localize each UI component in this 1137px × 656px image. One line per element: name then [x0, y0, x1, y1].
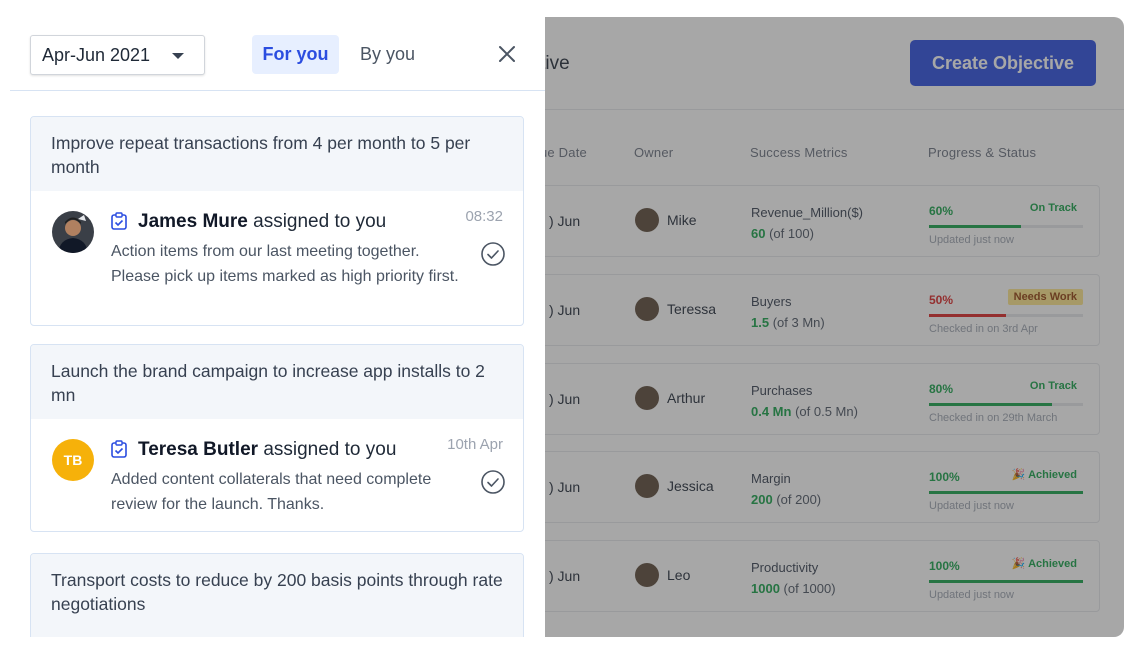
assigner-name[interactable]: Teresa Butler [138, 439, 258, 460]
assignment-action: assigned to you [263, 439, 397, 460]
notification-message: Added content collaterals that need comp… [111, 471, 432, 513]
avatar: TB [52, 439, 94, 481]
tab-for-you[interactable]: For you [252, 35, 339, 74]
close-icon[interactable] [497, 44, 517, 64]
caret-down-icon [172, 53, 184, 59]
notification-body: TB Teresa Butler assigned to you 10th Ap… [31, 419, 523, 531]
panel-divider [10, 90, 545, 91]
clipboard-check-icon [111, 440, 127, 458]
tab-by-you[interactable]: By you [350, 35, 425, 74]
objective-title: Improve repeat transactions from 4 per m… [31, 117, 523, 191]
clipboard-check-icon [111, 212, 127, 230]
assignment-action: assigned to you [253, 211, 387, 232]
objective-title: Launch the brand campaign to increase ap… [31, 345, 523, 419]
panel-header: Apr-Jun 2021 For you By you [0, 17, 545, 90]
timestamp: 08:32 [465, 208, 503, 225]
notifications-panel: Apr-Jun 2021 For you By you Improve repe… [0, 17, 545, 637]
objective-title: Transport costs to reduce by 200 basis p… [31, 554, 523, 637]
notification-body: James Mure assigned to you 08:32 Action … [31, 191, 523, 325]
avatar [52, 211, 94, 253]
quarter-value: Apr-Jun 2021 [42, 44, 151, 65]
notification-card[interactable]: Improve repeat transactions from 4 per m… [30, 116, 524, 326]
mark-read-check-icon[interactable] [480, 469, 506, 495]
assignment-line: Teresa Butler assigned to you [138, 439, 396, 461]
quarter-dropdown[interactable]: Apr-Jun 2021 [30, 35, 205, 75]
mark-read-check-icon[interactable] [480, 241, 506, 267]
assigner-name[interactable]: James Mure [138, 211, 248, 232]
notification-message: Action items from our last meeting toget… [111, 243, 459, 285]
screen: ective Create Objective ue Date Owner Su… [0, 0, 1137, 656]
assignment-line: James Mure assigned to you [138, 211, 386, 233]
notification-card[interactable]: Transport costs to reduce by 200 basis p… [30, 553, 524, 637]
notification-card[interactable]: Launch the brand campaign to increase ap… [30, 344, 524, 532]
timestamp: 10th Apr [447, 436, 503, 453]
